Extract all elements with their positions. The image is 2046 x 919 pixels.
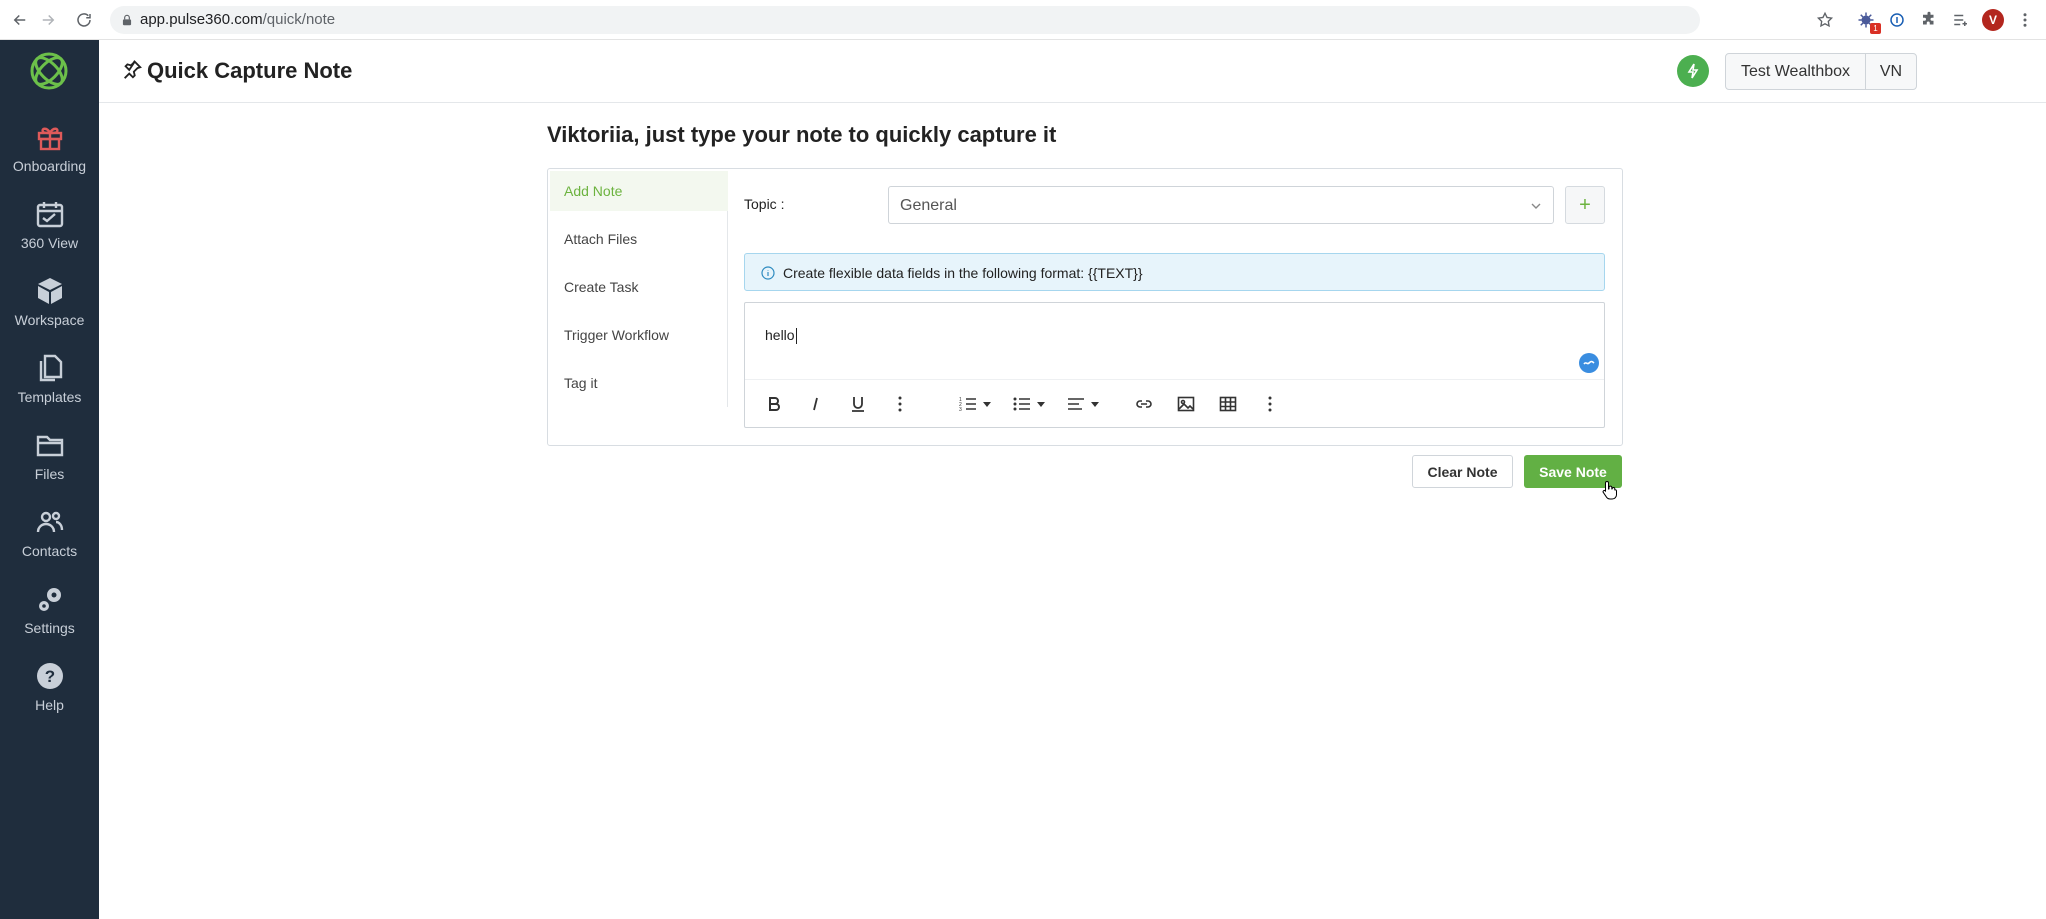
- svg-text:?: ?: [44, 667, 54, 686]
- clear-note-button[interactable]: Clear Note: [1412, 455, 1513, 488]
- greeting-heading: Viktoriia, just type your note to quickl…: [547, 122, 1057, 147]
- reading-list-icon[interactable]: [1950, 9, 1972, 31]
- address-bar[interactable]: [110, 6, 1700, 34]
- vertical-dots-icon: [1268, 396, 1272, 412]
- gear-icon: [38, 588, 61, 611]
- loading-bar: [0, 0, 415, 2]
- puzzle-icon[interactable]: [1918, 9, 1940, 31]
- topic-select[interactable]: General: [888, 186, 1554, 224]
- italic-button[interactable]: [807, 393, 825, 415]
- grammar-assistant-icon[interactable]: [1579, 353, 1599, 373]
- underline-button[interactable]: [849, 393, 867, 415]
- quick-action-button[interactable]: [1677, 55, 1709, 87]
- topic-value: General: [900, 197, 957, 214]
- menu-item-add-note[interactable]: Add Note: [550, 171, 728, 211]
- sidebar-item-label: Settings: [24, 620, 75, 636]
- sidebar: Onboarding 360 View Workspace Templates …: [0, 40, 99, 919]
- more-text-options-button[interactable]: [891, 393, 909, 415]
- caret-down-icon: [1091, 401, 1099, 407]
- italic-icon: [813, 397, 818, 411]
- svg-text:3: 3: [959, 407, 962, 413]
- insert-link-button[interactable]: [1135, 393, 1153, 415]
- editor-divider: [745, 379, 1604, 380]
- forward-icon[interactable]: [36, 8, 60, 32]
- vertical-dots-icon: [898, 396, 902, 412]
- info-banner: Create flexible data fields in the follo…: [744, 253, 1605, 291]
- sidebar-item-label: Workspace: [14, 312, 85, 328]
- menu-item-tag-it[interactable]: Tag it: [550, 363, 728, 403]
- sidebar-item-label: Templates: [17, 389, 82, 405]
- lock-icon: [122, 14, 132, 26]
- note-editor[interactable]: hello 123: [744, 302, 1605, 428]
- password-manager-icon[interactable]: [1886, 9, 1908, 31]
- browser-menu-icon[interactable]: [2014, 9, 2036, 31]
- extension-icon[interactable]: 1: [1855, 9, 1881, 34]
- menu-item-attach-files[interactable]: Attach Files: [550, 219, 728, 259]
- user-menu-button[interactable]: VN: [1865, 53, 1917, 90]
- sidebar-item-label: Onboarding: [12, 158, 87, 174]
- chevron-down-icon: [1531, 203, 1541, 209]
- bullet-list-icon: [1013, 397, 1030, 411]
- people-icon: [36, 511, 63, 533]
- sidebar-item-360-view[interactable]: 360 View: [0, 191, 99, 263]
- browser-toolbar: app.pulse360.com/quick/note 1 V: [0, 0, 2046, 40]
- add-topic-button[interactable]: +: [1565, 186, 1605, 224]
- bold-button[interactable]: [765, 393, 783, 415]
- caret-down-icon: [1037, 401, 1045, 407]
- folder-icon: [36, 435, 63, 457]
- align-left-icon: [1068, 398, 1084, 410]
- info-icon: [761, 266, 775, 280]
- table-icon: [1219, 396, 1237, 412]
- url-text[interactable]: app.pulse360.com/quick/note: [140, 11, 335, 28]
- documents-icon: [39, 354, 62, 382]
- more-options-button[interactable]: [1261, 393, 1279, 415]
- insert-image-button[interactable]: [1177, 393, 1195, 415]
- ordered-list-icon: 123: [959, 397, 976, 413]
- help-icon: ?: [36, 663, 63, 689]
- editor-content[interactable]: hello: [765, 327, 797, 345]
- profile-avatar[interactable]: V: [1982, 9, 2004, 31]
- info-text: Create flexible data fields in the follo…: [783, 265, 1143, 281]
- page-title: Quick Capture Note: [147, 58, 353, 83]
- lightning-icon: [1687, 63, 1699, 79]
- caret-down-icon: [983, 401, 991, 407]
- pin-icon: [124, 60, 142, 79]
- sidebar-item-files[interactable]: Files: [0, 422, 99, 494]
- insert-table-button[interactable]: [1219, 393, 1237, 415]
- sidebar-item-label: Files: [34, 466, 65, 482]
- align-button[interactable]: [1067, 393, 1099, 415]
- bullet-list-button[interactable]: [1013, 393, 1045, 415]
- sidebar-item-templates[interactable]: Templates: [0, 345, 99, 417]
- topic-label: Topic :: [744, 196, 785, 212]
- app-logo-icon[interactable]: [28, 50, 70, 92]
- crm-switch-button[interactable]: Test Wealthbox: [1725, 53, 1866, 90]
- reload-icon[interactable]: [72, 8, 96, 32]
- menu-item-create-task[interactable]: Create Task: [550, 267, 728, 307]
- page-header: Quick Capture Note Test Wealthbox VN: [99, 40, 2046, 103]
- ordered-list-button[interactable]: 123: [959, 393, 991, 415]
- image-icon: [1177, 396, 1195, 412]
- sidebar-item-settings[interactable]: Settings: [0, 576, 99, 648]
- link-icon: [1136, 400, 1152, 408]
- sidebar-item-label: 360 View: [20, 235, 79, 251]
- bold-icon: [769, 397, 780, 411]
- back-icon[interactable]: [8, 8, 32, 32]
- sidebar-item-onboarding[interactable]: Onboarding: [0, 114, 99, 186]
- sidebar-item-label: Contacts: [21, 543, 78, 559]
- sidebar-item-label: Help: [35, 697, 64, 713]
- note-options-menu: Add Note Attach Files Create Task Trigge…: [550, 171, 728, 407]
- cube-icon: [37, 278, 62, 304]
- sidebar-item-help[interactable]: ? Help: [0, 653, 99, 725]
- sidebar-item-workspace[interactable]: Workspace: [0, 268, 99, 340]
- underline-icon: [852, 397, 864, 412]
- calendar-icon: [36, 202, 63, 228]
- extension-badge: 1: [1870, 23, 1881, 34]
- menu-item-trigger-workflow[interactable]: Trigger Workflow: [550, 315, 728, 355]
- star-icon[interactable]: [1814, 9, 1836, 31]
- hand-cursor-icon: [1602, 480, 1617, 500]
- sidebar-item-contacts[interactable]: Contacts: [0, 499, 99, 571]
- gift-icon: [37, 127, 62, 151]
